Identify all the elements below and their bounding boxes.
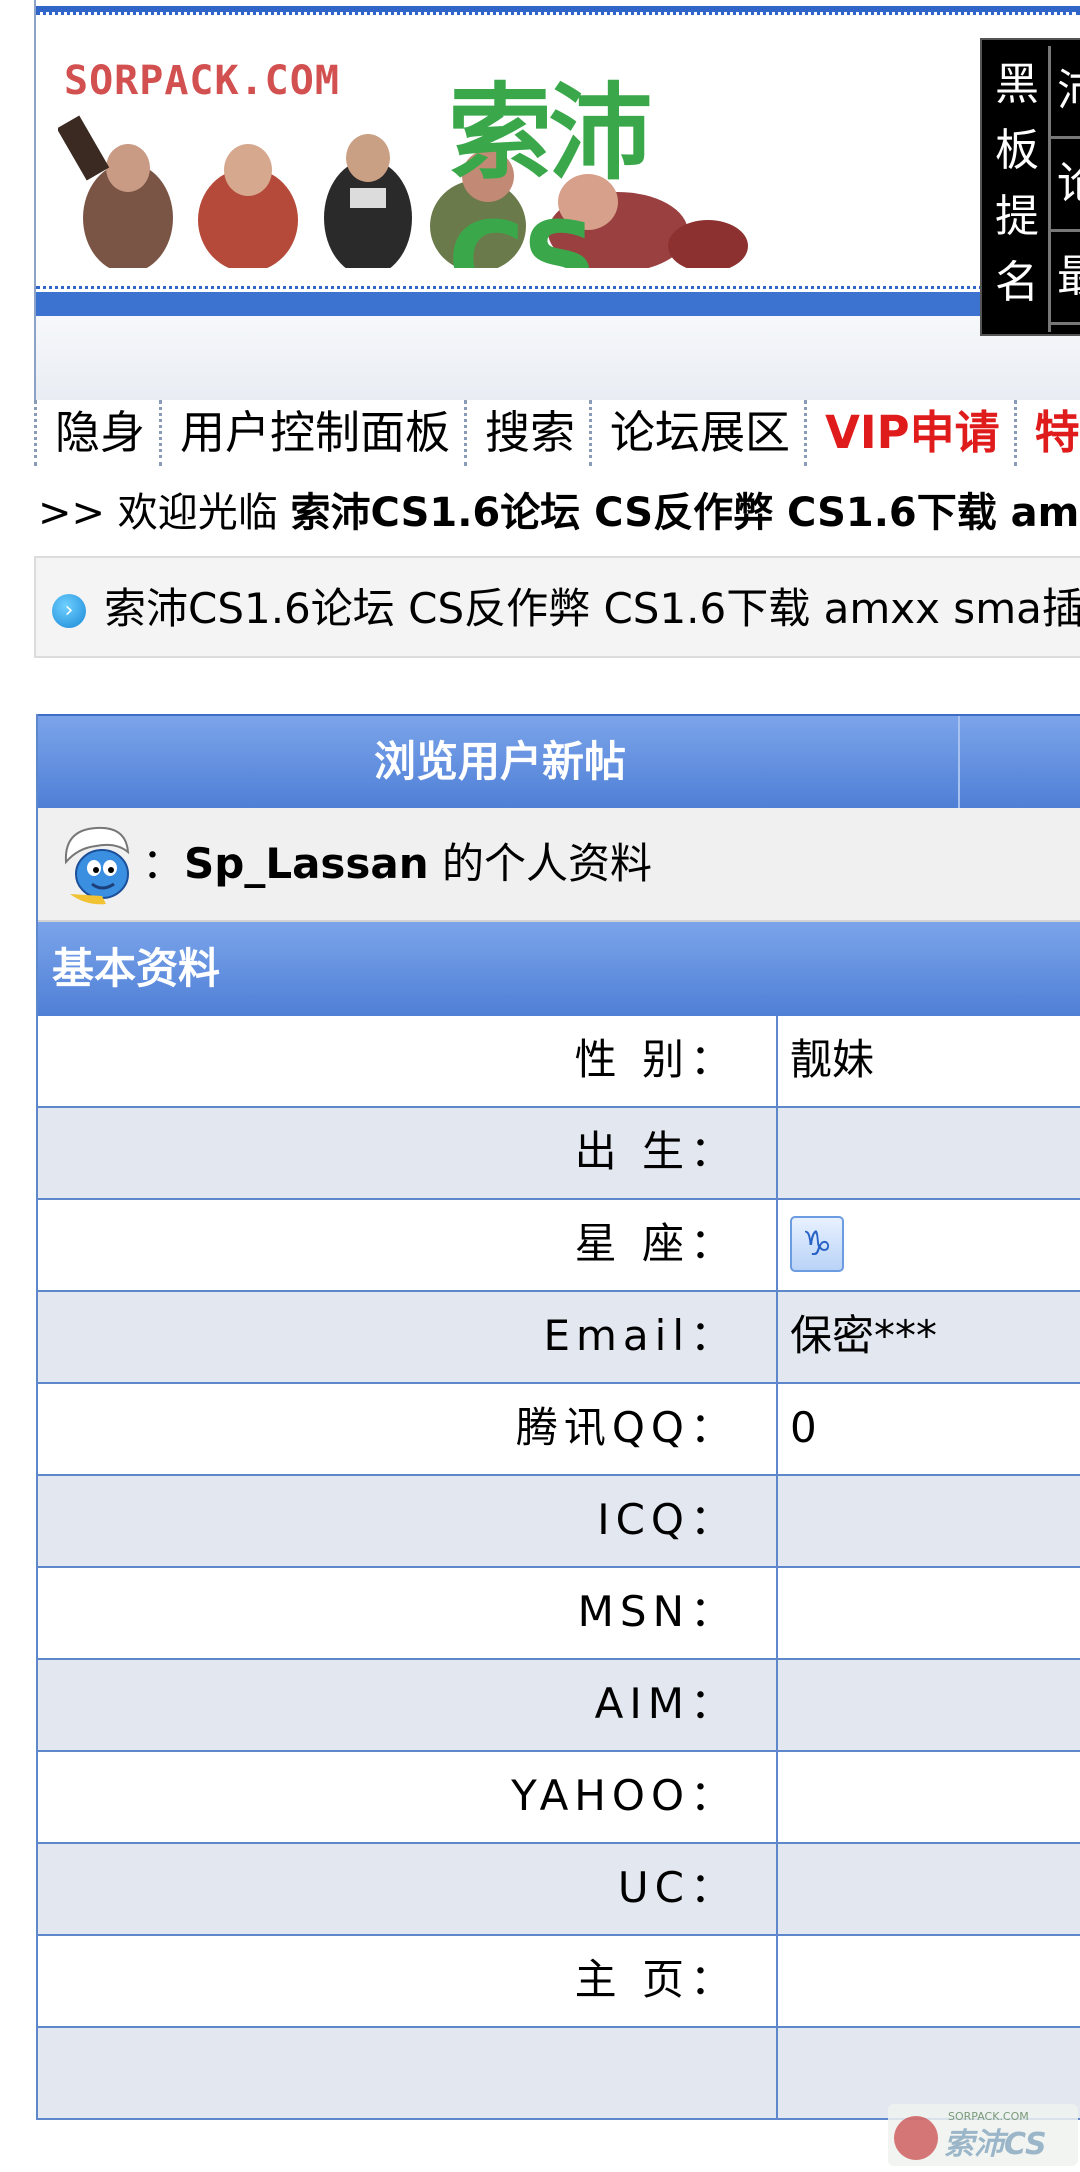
- header-dotted-rule: [36, 12, 1080, 15]
- profile-row-msn: MSN：: [38, 1568, 1080, 1660]
- site-banner-logo[interactable]: SORPACK.COM 索沛CS: [58, 38, 748, 268]
- capricorn-icon: ♑: [790, 1216, 844, 1272]
- profile-heading: ：Sp_Lassan 的个人资料: [142, 808, 652, 920]
- row-divider: [776, 1200, 778, 1290]
- row-divider: [776, 1108, 778, 1198]
- header-dotted-rule-bottom: [36, 286, 1080, 289]
- profile-colon: ：: [142, 839, 185, 888]
- welcome-forum-name[interactable]: 索沛CS1.6论坛 CS反作弊 CS1.6下载 amxx: [290, 490, 1080, 536]
- row-divider: [776, 1936, 778, 2026]
- site-header: SORPACK.COM 索沛CS 黑 板 提 名 沛 论 最: [34, 0, 1080, 400]
- row-label: MSN：: [577, 1587, 738, 1636]
- row-divider: [776, 1752, 778, 1842]
- profile-row-birth: 出 生：: [38, 1108, 1080, 1200]
- profile-row-qq: 腾讯QQ： 0: [38, 1384, 1080, 1476]
- blackboard-widget[interactable]: 黑 板 提 名 沛 论 最: [980, 38, 1080, 336]
- site-watermark-logo: SORPACK.COM 索沛CS: [888, 2104, 1078, 2166]
- row-label: YAHOO：: [511, 1771, 738, 1820]
- row-value: 保密***: [790, 1311, 938, 1360]
- nav-item-vip-apply[interactable]: VIP申请: [804, 400, 1014, 466]
- row-divider: [776, 1476, 778, 1566]
- logo-chinese-text: 索沛CS: [448, 72, 652, 268]
- profile-user-row: ：Sp_Lassan 的个人资料: [38, 808, 1080, 922]
- nav-item-user-cp[interactable]: 用户控制面板: [159, 400, 464, 466]
- profile-row-aim: AIM：: [38, 1660, 1080, 1752]
- blackboard-char: 黑: [995, 59, 1039, 110]
- header-blue-band: [36, 292, 1080, 316]
- profile-row-uc: UC：: [38, 1844, 1080, 1936]
- notice-text[interactable]: 索沛CS1.6论坛 CS反作弊 CS1.6下载 amxx sma插件: [104, 576, 1080, 642]
- profile-row-gender: 性 别： 靓妹: [38, 1016, 1080, 1108]
- blackboard-char: 板: [995, 125, 1039, 176]
- smurf-avatar-icon: [64, 826, 130, 905]
- section-basic-info: 基本资料: [38, 922, 1080, 1016]
- welcome-line: >> 欢迎光临 索沛CS1.6论坛 CS反作弊 CS1.6下载 amxx: [38, 480, 1080, 546]
- row-divider: [776, 1568, 778, 1658]
- blackboard-char: 名: [995, 257, 1039, 308]
- header-divider: [958, 716, 960, 808]
- profile-row-email: Email： 保密***: [38, 1292, 1080, 1384]
- row-divider: [776, 1844, 778, 1934]
- row-divider: [776, 1016, 778, 1106]
- row-value: 0: [790, 1403, 817, 1452]
- row-label: 性 别：: [574, 1035, 738, 1084]
- blackboard-title: 黑 板 提 名: [990, 52, 1044, 316]
- top-nav: 隐身 用户控制面板 搜索 论坛展区 VIP申请特: [34, 400, 1080, 466]
- blackboard-entry[interactable]: 论: [1051, 139, 1080, 232]
- profile-row-homepage: 主 页：: [38, 1936, 1080, 2028]
- row-label: 星 座：: [574, 1219, 738, 1268]
- notice-bar: › 索沛CS1.6论坛 CS反作弊 CS1.6下载 amxx sma插件: [34, 556, 1080, 658]
- row-label: 主 页：: [574, 1955, 738, 2004]
- row-divider: [776, 1292, 778, 1382]
- view-new-posts-link[interactable]: 浏览用户新帖: [38, 716, 962, 808]
- row-label: AIM：: [594, 1679, 738, 1728]
- nav-item-more[interactable]: 特: [1013, 400, 1080, 466]
- profile-row-icq: ICQ：: [38, 1476, 1080, 1568]
- profile-heading-suffix: 的个人资料: [428, 839, 653, 888]
- row-label: [38, 2028, 738, 2118]
- row-divider: [776, 1384, 778, 1474]
- row-label: 出 生：: [574, 1127, 738, 1176]
- nav-item-invisible[interactable]: 隐身: [34, 400, 159, 466]
- profile-username: Sp_Lassan: [184, 839, 429, 888]
- nav-item-search[interactable]: 搜索: [464, 400, 589, 466]
- welcome-prefix: >> 欢迎光临: [38, 490, 291, 536]
- arrow-bullet-icon: ›: [52, 594, 86, 628]
- row-divider: [776, 1660, 778, 1750]
- row-divider: [776, 2028, 778, 2118]
- blackboard-entry[interactable]: 最: [1051, 232, 1080, 325]
- svg-text:索沛CS: 索沛CS: [944, 2127, 1047, 2162]
- logo-english-text: SORPACK.COM: [64, 58, 340, 104]
- profile-row-zodiac: 星 座： ♑: [38, 1200, 1080, 1292]
- row-label: 腾讯QQ：: [515, 1403, 738, 1452]
- row-label: Email：: [543, 1311, 738, 1360]
- profile-row-yahoo: YAHOO：: [38, 1752, 1080, 1844]
- row-label: UC：: [617, 1863, 738, 1912]
- blackboard-entries: 沛 论 最: [1048, 46, 1080, 332]
- row-value: 靓妹: [790, 1035, 875, 1084]
- profile-table: 浏览用户新帖 ：Sp_Lassan 的个人资料 基本资料 性 别： 靓妹 出 生…: [36, 714, 1080, 2120]
- svg-text:SORPACK.COM: SORPACK.COM: [948, 2110, 1029, 2123]
- profile-table-header: 浏览用户新帖: [38, 714, 1080, 808]
- row-label: ICQ：: [597, 1495, 738, 1544]
- blackboard-entry[interactable]: 沛: [1051, 46, 1080, 139]
- blackboard-char: 提: [995, 191, 1039, 242]
- header-grey-band: [36, 316, 1080, 400]
- nav-item-forum-showcase[interactable]: 论坛展区: [589, 400, 804, 466]
